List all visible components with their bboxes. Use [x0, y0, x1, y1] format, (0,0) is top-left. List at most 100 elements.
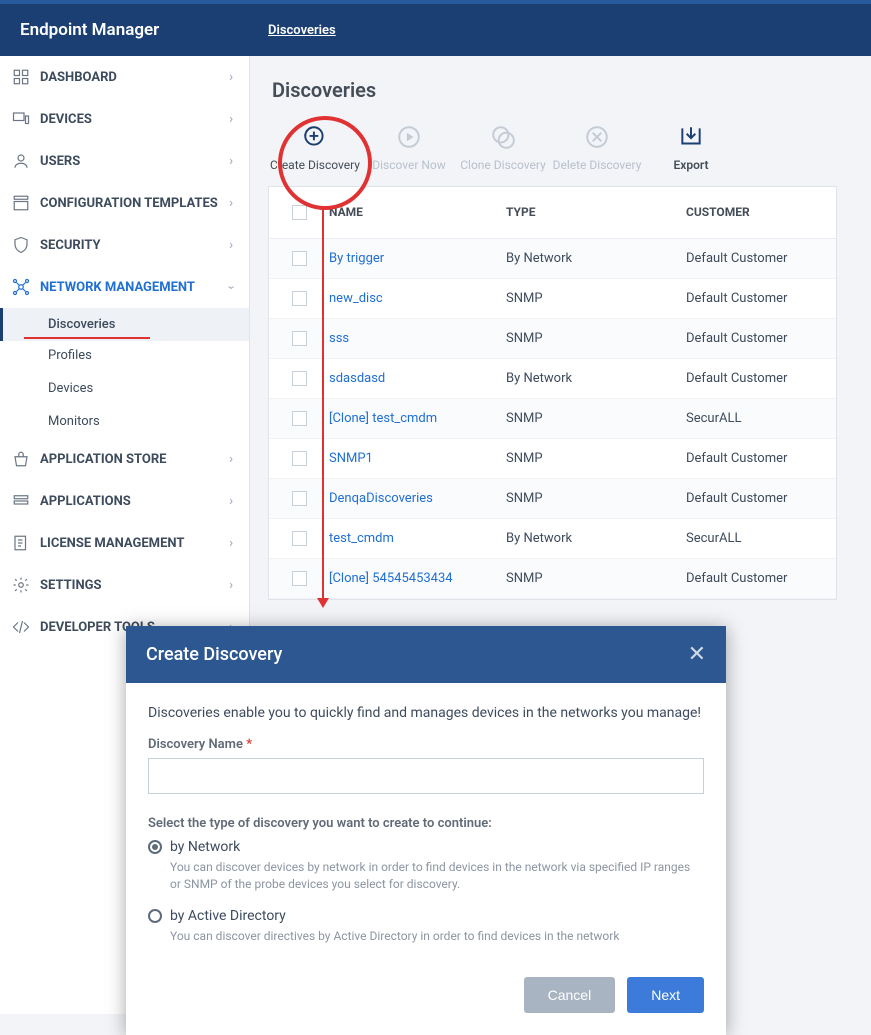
discovery-customer: Default Customer — [686, 291, 836, 306]
user-icon — [12, 152, 30, 170]
sidebar-item-dashboard[interactable]: DASHBOARD › — [0, 56, 249, 98]
table-row: SNMP1SNMPDefault Customer — [269, 439, 836, 479]
clone-icon — [490, 124, 516, 150]
cancel-button[interactable]: Cancel — [524, 977, 616, 1013]
col-header-name[interactable]: NAME — [329, 205, 506, 220]
discovery-name-link[interactable]: test_cmdm — [329, 531, 394, 546]
top-bar: Endpoint Manager Discoveries — [0, 0, 871, 56]
delete-icon — [584, 124, 610, 150]
templates-icon — [12, 194, 30, 212]
sidebar-sub-profiles[interactable]: Profiles — [0, 339, 249, 372]
clone-discovery-button[interactable]: Clone Discovery — [456, 112, 550, 180]
row-checkbox[interactable] — [292, 571, 307, 586]
modal-intro-text: Discoveries enable you to quickly find a… — [148, 705, 704, 721]
row-checkbox[interactable] — [292, 411, 307, 426]
discovery-customer: Default Customer — [686, 491, 836, 506]
select-all-checkbox[interactable] — [292, 205, 307, 220]
sidebar-item-label: SECURITY — [40, 238, 101, 253]
sidebar-item-users[interactable]: USERS › — [0, 140, 249, 182]
devices-icon — [12, 110, 30, 128]
license-icon — [12, 534, 30, 552]
create-discovery-button[interactable]: Create Discovery — [268, 112, 362, 180]
chevron-right-icon: › — [229, 494, 233, 509]
discovery-type: SNMP — [506, 291, 686, 306]
discovery-name-link[interactable]: sss — [329, 331, 349, 346]
discovery-type: SNMP — [506, 331, 686, 346]
radio-by-network[interactable]: by Network — [148, 839, 704, 855]
sidebar-item-devices[interactable]: DEVICES › — [0, 98, 249, 140]
app-title: Endpoint Manager — [0, 20, 250, 40]
discovery-type: By Network — [506, 371, 686, 386]
store-icon — [12, 450, 30, 468]
chevron-right-icon: › — [229, 70, 233, 85]
sidebar-item-label: USERS — [40, 154, 80, 169]
row-checkbox[interactable] — [292, 331, 307, 346]
sidebar-item-security[interactable]: SECURITY › — [0, 224, 249, 266]
table-row: [Clone] 54545453434SNMPDefault Customer — [269, 559, 836, 599]
table-row: [Clone] test_cmdmSNMPSecurALL — [269, 399, 836, 439]
discovery-name-link[interactable]: SNMP1 — [329, 451, 373, 466]
sidebar-item-label: APPLICATIONS — [40, 494, 131, 509]
discovery-name-label: Discovery Name * — [148, 737, 704, 752]
row-checkbox[interactable] — [292, 451, 307, 466]
breadcrumb[interactable]: Discoveries — [250, 23, 336, 38]
export-button[interactable]: Export — [644, 112, 738, 180]
discovery-name-input[interactable] — [148, 758, 704, 794]
sidebar-item-label: CONFIGURATION TEMPLATES — [40, 196, 218, 211]
discovery-name-link[interactable]: [Clone] 54545453434 — [329, 571, 453, 586]
sidebar-item-config-templates[interactable]: CONFIGURATION TEMPLATES › — [0, 182, 249, 224]
sidebar-item-applications[interactable]: APPLICATIONS › — [0, 480, 249, 522]
table-row: new_disc SNMPDefault Customer — [269, 279, 836, 319]
discovery-type: SNMP — [506, 491, 686, 506]
table-row: test_cmdmBy NetworkSecurALL — [269, 519, 836, 559]
row-checkbox[interactable] — [292, 251, 307, 266]
table-row: sssSNMPDefault Customer — [269, 319, 836, 359]
discovery-name-link[interactable]: new_disc — [329, 291, 383, 306]
discover-now-button[interactable]: Discover Now — [362, 112, 456, 180]
chevron-right-icon: › — [229, 112, 233, 127]
close-icon[interactable]: ✕ — [688, 642, 706, 667]
delete-discovery-button[interactable]: Delete Discovery — [550, 112, 644, 180]
sidebar-item-license-management[interactable]: LICENSE MANAGEMENT › — [0, 522, 249, 564]
sidebar-item-label: APPLICATION STORE — [40, 452, 167, 467]
sidebar-item-application-store[interactable]: APPLICATION STORE › — [0, 438, 249, 480]
discovery-customer: SecurALL — [686, 411, 836, 426]
col-header-customer[interactable]: CUSTOMER — [686, 205, 836, 220]
discovery-name-link[interactable]: By trigger — [329, 251, 384, 266]
col-header-type[interactable]: TYPE — [506, 205, 686, 220]
chevron-right-icon: › — [229, 238, 233, 253]
row-checkbox[interactable] — [292, 291, 307, 306]
discovery-name-link[interactable]: [Clone] test_cmdm — [329, 411, 437, 426]
sidebar-item-network-management[interactable]: NETWORK MANAGEMENT › — [0, 266, 249, 308]
row-checkbox[interactable] — [292, 371, 307, 386]
discovery-type: By Network — [506, 531, 686, 546]
radio-by-ad-desc: You can discover directives by Active Di… — [170, 928, 704, 945]
discovery-customer: Default Customer — [686, 251, 836, 266]
radio-by-ad[interactable]: by Active Directory — [148, 908, 704, 924]
radio-icon — [148, 840, 162, 854]
table-row: DenqaDiscoveries SNMPDefault Customer — [269, 479, 836, 519]
apps-icon — [12, 492, 30, 510]
type-prompt: Select the type of discovery you want to… — [148, 816, 704, 831]
row-checkbox[interactable] — [292, 491, 307, 506]
chevron-right-icon: › — [229, 452, 233, 467]
sidebar-sub-monitors[interactable]: Monitors — [0, 405, 249, 438]
discovery-name-link[interactable]: sdasdasd — [329, 371, 385, 386]
radio-label: by Network — [170, 839, 240, 855]
grid-icon — [12, 68, 30, 86]
row-checkbox[interactable] — [292, 531, 307, 546]
radio-by-network-desc: You can discover devices by network in o… — [170, 859, 704, 894]
sidebar-item-settings[interactable]: SETTINGS › — [0, 564, 249, 606]
chevron-right-icon: › — [229, 578, 233, 593]
sidebar-sub-devices[interactable]: Devices — [0, 372, 249, 405]
toolbar: Create Discovery Discover Now Clone Disc… — [268, 112, 871, 180]
chevron-right-icon: › — [229, 196, 233, 211]
sidebar-item-label: DASHBOARD — [40, 70, 117, 85]
next-button[interactable]: Next — [627, 977, 704, 1013]
discovery-name-link[interactable]: DenqaDiscoveries — [329, 491, 433, 506]
chevron-down-icon: › — [224, 285, 239, 289]
create-discovery-icon — [302, 124, 328, 150]
export-icon — [678, 124, 704, 150]
highlight-arrow — [322, 208, 324, 606]
create-discovery-modal: Create Discovery ✕ Discoveries enable yo… — [126, 626, 726, 1035]
